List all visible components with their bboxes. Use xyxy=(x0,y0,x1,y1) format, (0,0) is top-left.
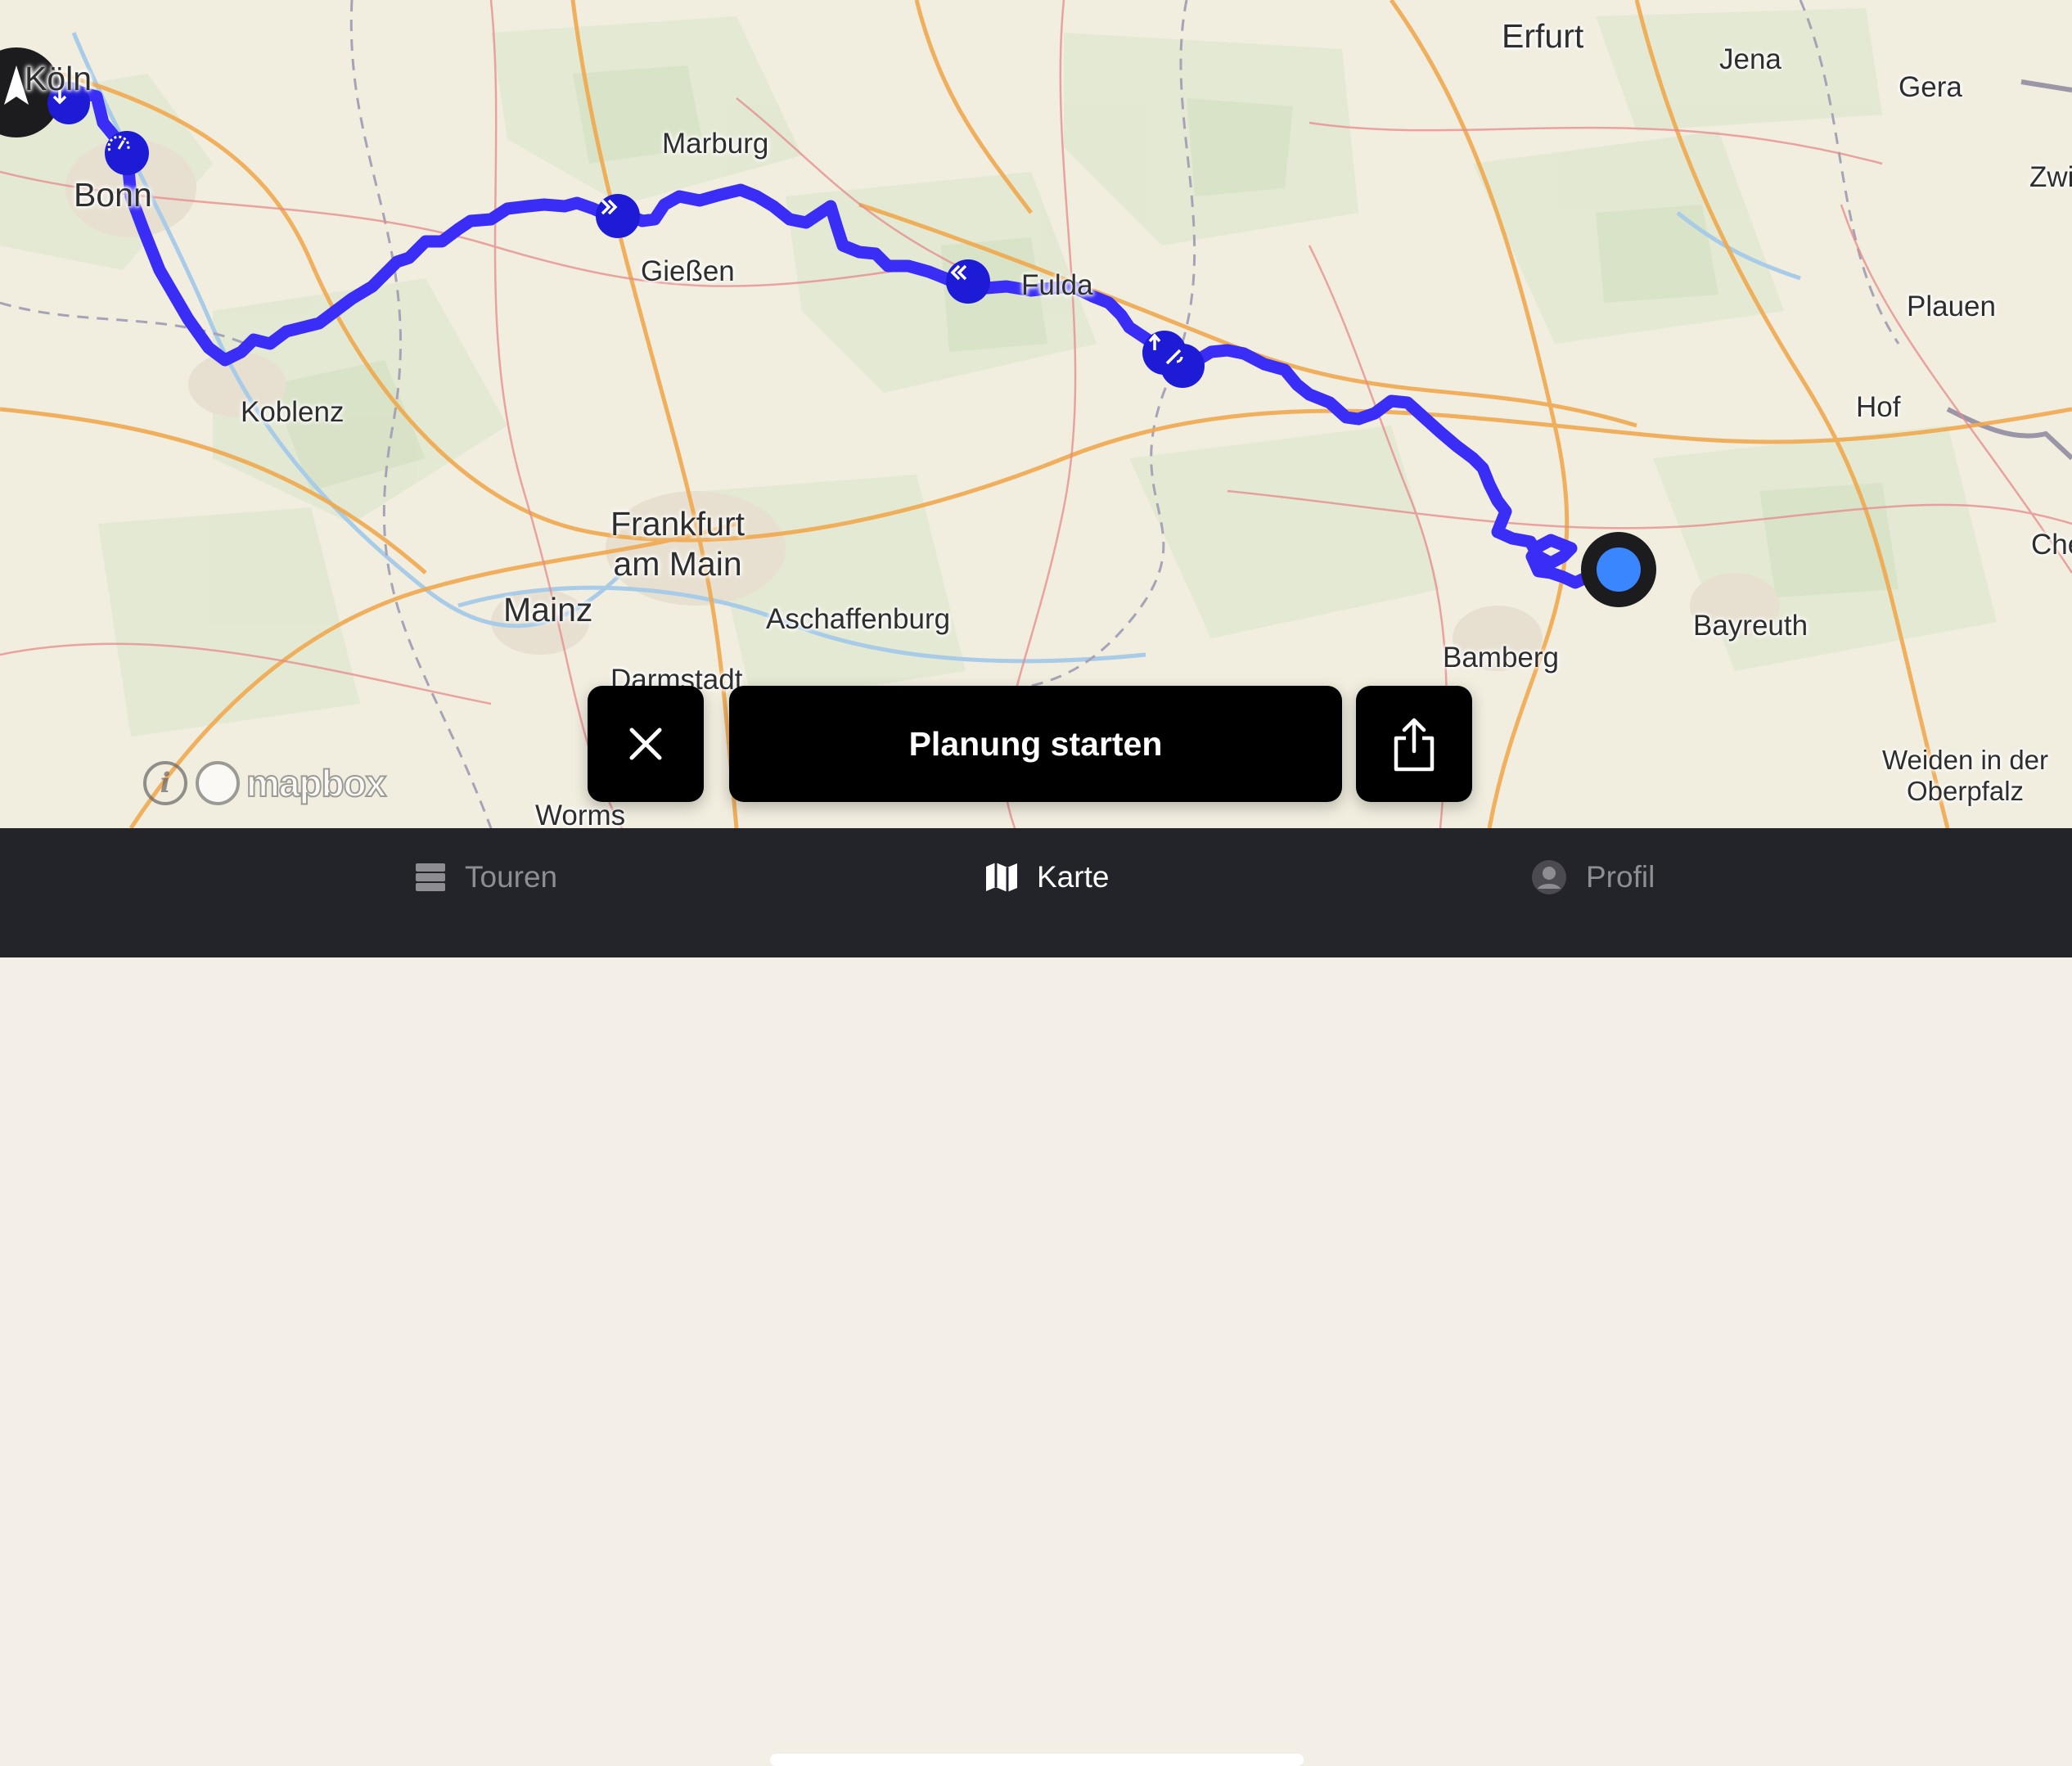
map-attribution[interactable]: i mapbox xyxy=(143,761,387,805)
profile-icon xyxy=(1532,860,1566,894)
tab-karte[interactable]: Karte xyxy=(984,845,1109,910)
mapbox-mark-icon xyxy=(196,761,240,805)
tab-label: Profil xyxy=(1586,860,1655,894)
city-label: Cheb xyxy=(2031,529,2072,561)
list-icon xyxy=(416,863,445,891)
city-label: Köln xyxy=(25,60,92,97)
start-planning-button[interactable]: Planung starten xyxy=(729,686,1342,802)
tab-touren[interactable]: Touren xyxy=(414,845,557,910)
city-label: Gießen xyxy=(641,255,735,287)
city-label: Aschaffenburg xyxy=(766,603,951,635)
speedometer-marker-icon[interactable] xyxy=(105,131,149,175)
city-label: Erfurt xyxy=(1502,17,1584,55)
rewind-marker-icon[interactable] xyxy=(946,259,990,304)
city-label: Mainz xyxy=(503,591,593,628)
city-label: Zwi xyxy=(2029,161,2072,193)
tab-label: Karte xyxy=(1037,860,1110,894)
city-label: Bayreuth xyxy=(1693,610,1808,642)
tab-bar: Touren Karte Profil xyxy=(0,828,2072,1766)
city-label: Weiden in der Oberpfalz xyxy=(1882,745,2049,806)
city-label: Gera xyxy=(1899,71,1962,103)
city-label: Bonn xyxy=(74,176,152,214)
city-label: Bamberg xyxy=(1443,642,1560,674)
city-label: Worms xyxy=(535,800,626,828)
close-button[interactable] xyxy=(588,686,704,802)
city-label: Jena xyxy=(1719,43,1781,75)
city-label: Koblenz xyxy=(241,396,345,428)
share-button[interactable] xyxy=(1356,686,1472,802)
city-label: Marburg xyxy=(662,128,769,160)
mapbox-logo-text: mapbox xyxy=(245,761,387,805)
city-label: Plauen xyxy=(1907,291,1996,322)
tab-profil[interactable]: Profil xyxy=(1530,845,1655,910)
fast-forward-marker-icon[interactable] xyxy=(596,194,640,238)
share-icon xyxy=(1394,718,1435,772)
info-icon[interactable]: i xyxy=(143,761,187,805)
city-label: Fulda xyxy=(1021,269,1093,301)
mapbox-logo: mapbox xyxy=(196,761,387,805)
home-indicator xyxy=(770,1754,1304,1766)
start-planning-label: Planung starten xyxy=(908,724,1163,763)
map-icon xyxy=(986,863,1017,892)
city-label: Hof xyxy=(1856,391,1901,423)
city-label: Frankfurt am Main xyxy=(610,505,745,583)
current-location-marker[interactable] xyxy=(1581,532,1656,607)
tab-label: Touren xyxy=(465,860,558,894)
close-icon xyxy=(629,728,662,760)
speed-marker-icon[interactable] xyxy=(1160,344,1205,388)
